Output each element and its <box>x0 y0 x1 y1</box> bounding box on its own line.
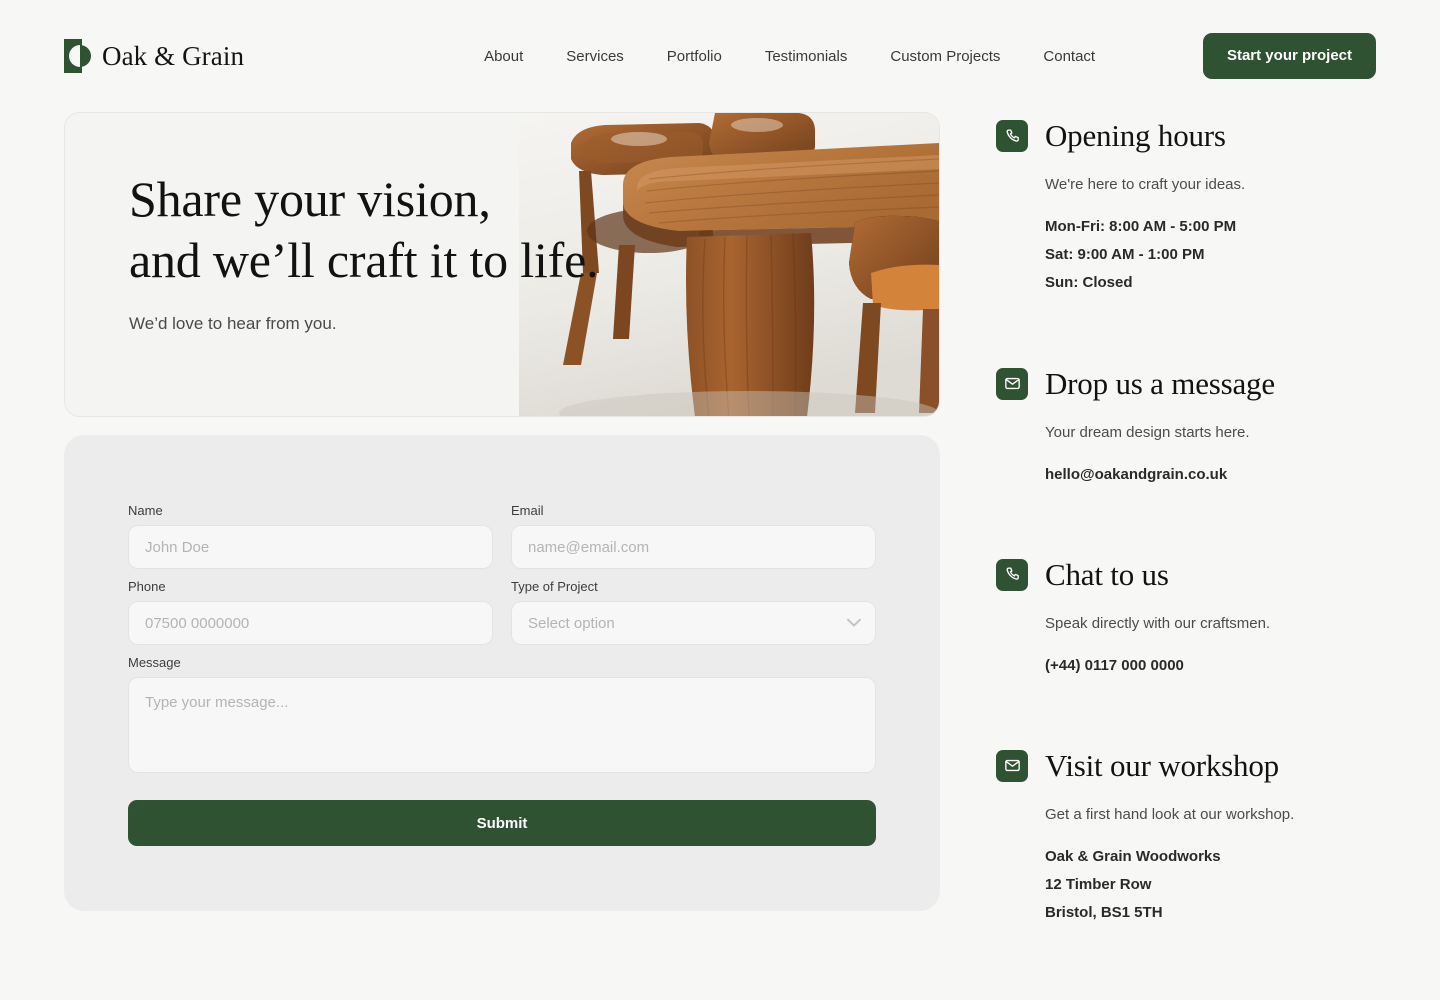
phone-label: Phone <box>128 579 166 594</box>
email-input[interactable] <box>511 525 876 569</box>
contact-block-opening-hours: Opening hours We're here to craft your i… <box>996 118 1396 298</box>
contact-detail-line: Bristol, BS1 5TH <box>1045 904 1163 922</box>
field-message: Message <box>128 655 876 778</box>
left-column: Share your vision, and we’ll craft it to… <box>64 112 940 911</box>
message-textarea[interactable] <box>128 677 876 773</box>
page-body: Share your vision, and we’ll craft it to… <box>0 112 1440 928</box>
site-header: Oak & Grain About Services Portfolio Tes… <box>0 0 1440 112</box>
nav-item-contact[interactable]: Contact <box>1043 48 1095 65</box>
project-type-select[interactable]: Select option <box>511 601 876 645</box>
nav-item-custom-projects[interactable]: Custom Projects <box>890 48 1000 65</box>
contact-block-details: Mon-Fri: 8:00 AM - 5:00 PM Sat: 9:00 AM … <box>1045 213 1396 298</box>
contact-block-header: Opening hours <box>996 118 1396 154</box>
contact-block-description: We're here to craft your ideas. <box>1045 176 1246 193</box>
nav-item-portfolio[interactable]: Portfolio <box>667 48 722 65</box>
hero-title-line-2: and we’ll craft it to life. <box>129 231 599 288</box>
email-label: Email <box>511 503 544 518</box>
contact-block-description: Speak directly with our craftsmen. <box>1045 614 1271 632</box>
hero-title-line-1: Share your vision, <box>129 171 491 227</box>
field-project-type: Type of Project Select option <box>511 579 876 645</box>
phone-input[interactable] <box>128 601 493 645</box>
contact-block-title: Opening hours <box>1045 118 1226 153</box>
contact-block-details: hello@oakandgrain.co.uk <box>1045 461 1396 489</box>
contact-block-details: (+44) 0117 000 0000 <box>1045 652 1396 680</box>
brand-name: Oak & Grain <box>102 40 245 71</box>
contact-block-header: Drop us a message <box>996 366 1396 402</box>
oak-grain-logo-icon <box>64 39 91 73</box>
field-email: Email <box>511 503 876 569</box>
contact-info-column: Opening hours We're here to craft your i… <box>996 112 1396 928</box>
contact-block-header: Chat to us <box>996 557 1396 593</box>
project-type-label: Type of Project <box>511 579 598 594</box>
contact-block-title: Visit our workshop <box>1045 747 1279 783</box>
page-title: Share your vision, and we’ll craft it to… <box>129 169 939 290</box>
nav-item-testimonials[interactable]: Testimonials <box>765 48 848 65</box>
nav-item-about[interactable]: About <box>484 48 523 65</box>
submit-button[interactable]: Submit <box>128 800 876 846</box>
contact-block-title: Drop us a message <box>1045 365 1275 401</box>
contact-block-title: Chat to us <box>1045 556 1169 592</box>
field-phone: Phone <box>128 579 493 645</box>
contact-block-description: Your dream design starts here. <box>1045 423 1250 441</box>
contact-block-details: Oak & Grain Woodworks 12 Timber Row Bris… <box>1045 843 1396 928</box>
contact-block-header: Visit our workshop <box>996 748 1396 784</box>
name-label: Name <box>128 503 163 518</box>
hero-card: Share your vision, and we’ll craft it to… <box>64 112 940 417</box>
contact-block-chat-to-us: Chat to us Speak directly with our craft… <box>996 557 1396 680</box>
project-type-select-wrapper: Select option <box>511 601 876 645</box>
phone-icon <box>996 120 1028 152</box>
start-your-project-button[interactable]: Start your project <box>1202 33 1376 79</box>
message-label: Message <box>128 655 181 670</box>
contact-detail-line: Sun: Closed <box>1045 274 1133 292</box>
contact-detail-line: Oak & Grain Woodworks <box>1045 847 1221 865</box>
form-row-phone-project: Phone Type of Project Select option <box>128 579 876 645</box>
contact-detail-line: Mon-Fri: 8:00 AM - 5:00 PM <box>1045 218 1237 235</box>
contact-phone-number[interactable]: (+44) 0117 000 0000 <box>1045 652 1396 680</box>
hero-subtitle: We’d love to hear from you. <box>129 314 337 333</box>
contact-email-address[interactable]: hello@oakandgrain.co.uk <box>1045 461 1396 489</box>
form-row-name-email: Name Email <box>128 503 876 569</box>
brand-logo[interactable]: Oak & Grain <box>64 39 244 73</box>
contact-form-card: Name Email Phone Type of Project <box>64 435 940 911</box>
envelope-icon <box>996 367 1028 400</box>
nav-item-services[interactable]: Services <box>566 48 624 65</box>
contact-detail-line: Sat: 9:00 AM - 1:00 PM <box>1045 246 1205 264</box>
hero-text: Share your vision, and we’ll craft it to… <box>65 113 939 334</box>
field-name: Name <box>128 503 493 569</box>
contact-block-description: Get a first hand look at our workshop. <box>1045 805 1295 823</box>
contact-detail-line: 12 Timber Row <box>1045 876 1152 894</box>
contact-block-visit-our-workshop: Visit our workshop Get a first hand look… <box>996 748 1396 928</box>
envelope-icon <box>996 749 1028 782</box>
phone-icon <box>996 558 1028 591</box>
main-navigation: About Services Portfolio Testimonials Cu… <box>484 48 1095 65</box>
name-input[interactable] <box>128 525 493 569</box>
contact-block-drop-us-a-message: Drop us a message Your dream design star… <box>996 366 1396 489</box>
